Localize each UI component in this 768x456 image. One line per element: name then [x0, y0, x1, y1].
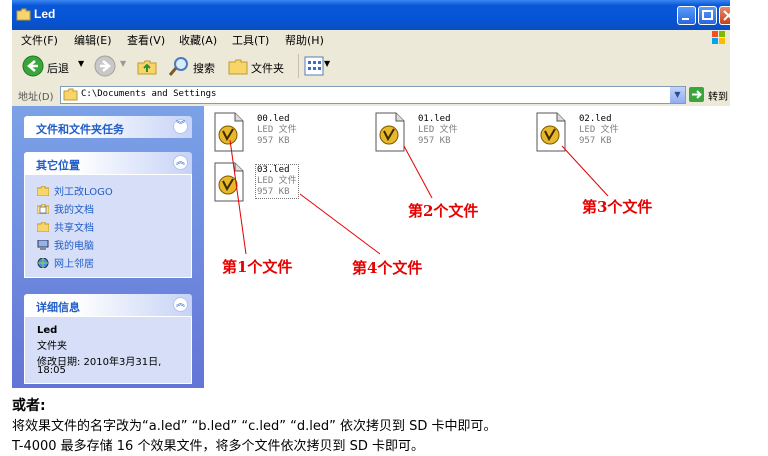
- annotation-file-3: 第3个文件: [582, 198, 653, 216]
- annotation-line-1: [229, 139, 247, 255]
- annotation-lines: [229, 139, 609, 255]
- annotation-line-3: [561, 145, 609, 197]
- notes-heading: 或者:: [12, 398, 46, 414]
- annotation-line-2: [403, 145, 433, 199]
- annotation-file-4: 第4个文件: [352, 259, 423, 277]
- notes-line-1: 将效果文件的名字改为“a.led” “b.led” “c.led” “d.led…: [12, 419, 497, 434]
- annotation-file-2: 第2个文件: [408, 202, 479, 220]
- notes-line-2: T-4000 最多存储 16 个效果文件，将多个文件依次拷贝到 SD 卡即可。: [12, 439, 424, 454]
- annotation-file-1: 第1个文件: [222, 258, 293, 276]
- annotation-line-4: [299, 193, 381, 255]
